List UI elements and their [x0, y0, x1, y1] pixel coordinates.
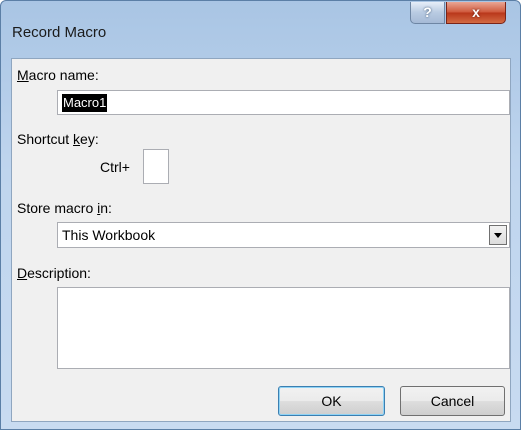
- store-macro-in-label: Store macro in:: [17, 200, 112, 216]
- macro-name-label: Macro name:: [17, 67, 99, 83]
- close-icon: x: [472, 4, 480, 20]
- dropdown-arrow-icon[interactable]: [489, 225, 507, 245]
- macro-name-value: Macro1: [62, 94, 108, 112]
- dialog-body: Macro name: Macro1 Shortcut key: Ctrl+ S…: [11, 58, 511, 422]
- dialog-title: Record Macro: [12, 24, 107, 41]
- store-macro-in-select[interactable]: This Workbook: [57, 222, 510, 248]
- title-bar[interactable]: Record Macro ? x: [1, 1, 520, 57]
- record-macro-dialog: Record Macro ? x Macro name: Macro1 Shor…: [0, 0, 521, 430]
- description-textarea[interactable]: [57, 287, 510, 369]
- help-icon: ?: [423, 4, 432, 20]
- shortcut-key-label: Shortcut key:: [17, 131, 99, 147]
- close-button[interactable]: x: [446, 2, 506, 24]
- store-macro-in-value: This Workbook: [62, 227, 156, 243]
- description-label: Description:: [17, 265, 91, 281]
- ok-button[interactable]: OK: [278, 386, 385, 416]
- macro-name-input[interactable]: Macro1: [57, 90, 510, 115]
- help-button[interactable]: ?: [410, 2, 445, 24]
- ctrl-prefix-label: Ctrl+: [100, 159, 130, 175]
- cancel-button[interactable]: Cancel: [400, 386, 505, 416]
- shortcut-key-input[interactable]: [143, 149, 169, 184]
